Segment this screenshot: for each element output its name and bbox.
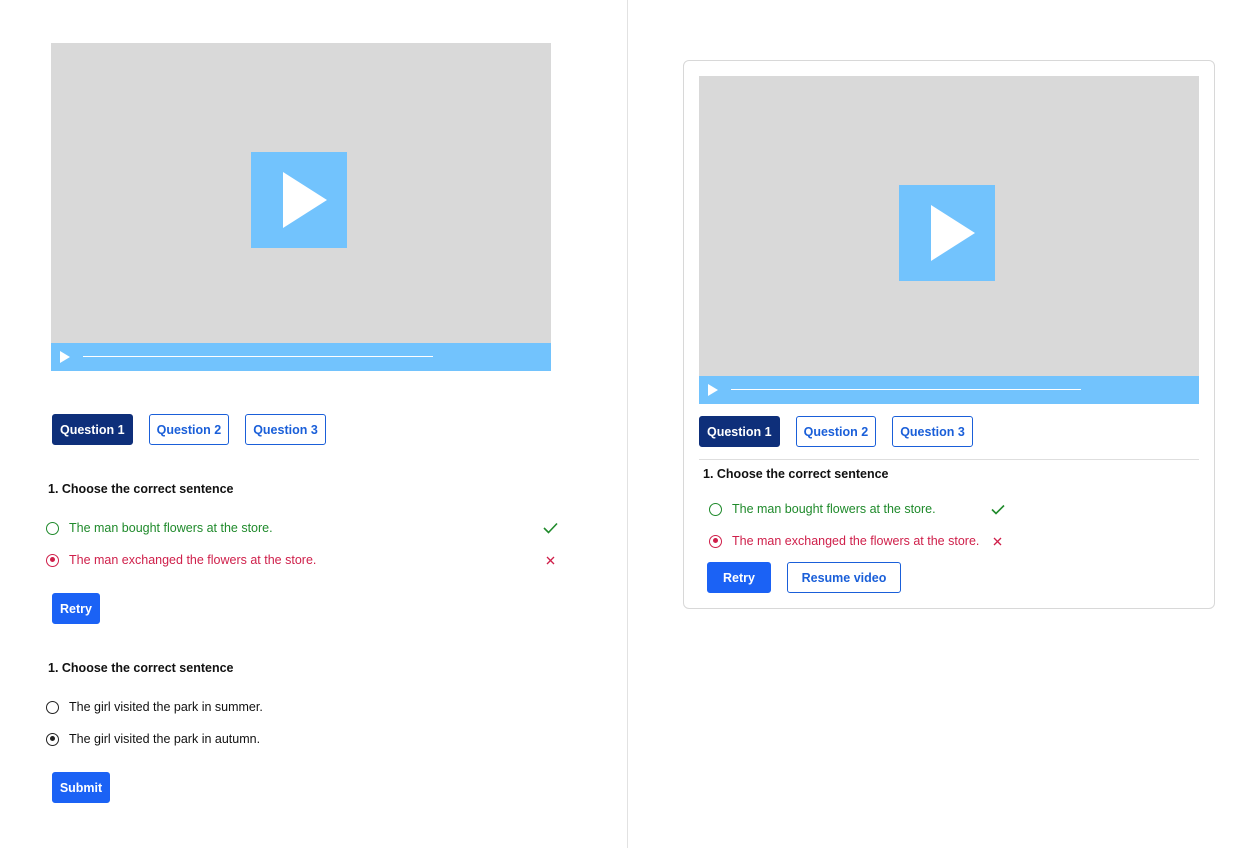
answer-option[interactable]: The man bought flowers at the store. — [709, 502, 936, 516]
option-label: The girl visited the park in summer. — [69, 700, 263, 714]
option-label: The man bought flowers at the store. — [69, 521, 273, 535]
option-label: The man bought flowers at the store. — [732, 502, 936, 516]
tab-question-2[interactable]: Question 2 — [795, 416, 877, 447]
play-icon[interactable] — [708, 384, 718, 396]
resume-video-button[interactable]: Resume video — [787, 562, 901, 593]
tab-question-1[interactable]: Question 1 — [52, 414, 133, 445]
answer-option[interactable]: The man bought flowers at the store. — [46, 521, 273, 535]
play-icon — [931, 205, 975, 261]
option-label: The man exchanged the flowers at the sto… — [69, 553, 317, 567]
tab-question-1[interactable]: Question 1 — [699, 416, 780, 447]
video-player[interactable] — [699, 76, 1199, 404]
video-controls — [51, 343, 551, 371]
divider — [699, 459, 1199, 460]
progress-bar[interactable] — [83, 356, 433, 357]
play-icon[interactable] — [60, 351, 70, 363]
radio-button[interactable] — [46, 700, 59, 714]
check-icon — [991, 504, 1005, 515]
question-title: 1. Choose the correct sentence — [703, 467, 889, 481]
answer-option[interactable]: The man exchanged the flowers at the sto… — [709, 534, 979, 548]
question-title: 1. Choose the correct sentence — [48, 661, 234, 675]
panel-divider — [627, 0, 628, 848]
question-tabs: Question 1 Question 2 Question 3 — [699, 416, 973, 447]
tab-question-3[interactable]: Question 3 — [892, 416, 973, 447]
cross-icon — [546, 556, 555, 565]
question-title: 1. Choose the correct sentence — [48, 482, 234, 496]
radio-button[interactable] — [46, 553, 59, 567]
radio-button[interactable] — [709, 502, 722, 516]
radio-button[interactable] — [46, 521, 59, 535]
question-tabs: Question 1 Question 2 Question 3 — [52, 414, 326, 445]
answer-option[interactable]: The man exchanged the flowers at the sto… — [46, 553, 316, 567]
progress-bar[interactable] — [731, 389, 1081, 390]
cross-icon — [993, 537, 1002, 546]
answer-option[interactable]: The girl visited the park in summer. — [46, 700, 263, 714]
play-button[interactable] — [251, 152, 347, 248]
answer-option[interactable]: The girl visited the park in autumn. — [46, 732, 260, 746]
retry-button[interactable]: Retry — [707, 562, 771, 593]
radio-button[interactable] — [46, 732, 59, 746]
play-button[interactable] — [899, 185, 995, 281]
check-icon — [543, 522, 558, 534]
video-controls — [699, 376, 1199, 404]
tab-question-2[interactable]: Question 2 — [148, 414, 230, 445]
radio-button[interactable] — [709, 534, 722, 548]
tab-question-3[interactable]: Question 3 — [245, 414, 326, 445]
video-player[interactable] — [51, 43, 551, 371]
submit-button[interactable]: Submit — [52, 772, 110, 803]
retry-button[interactable]: Retry — [52, 593, 100, 624]
option-label: The man exchanged the flowers at the sto… — [732, 534, 980, 548]
play-icon — [283, 172, 327, 228]
option-label: The girl visited the park in autumn. — [69, 732, 261, 746]
